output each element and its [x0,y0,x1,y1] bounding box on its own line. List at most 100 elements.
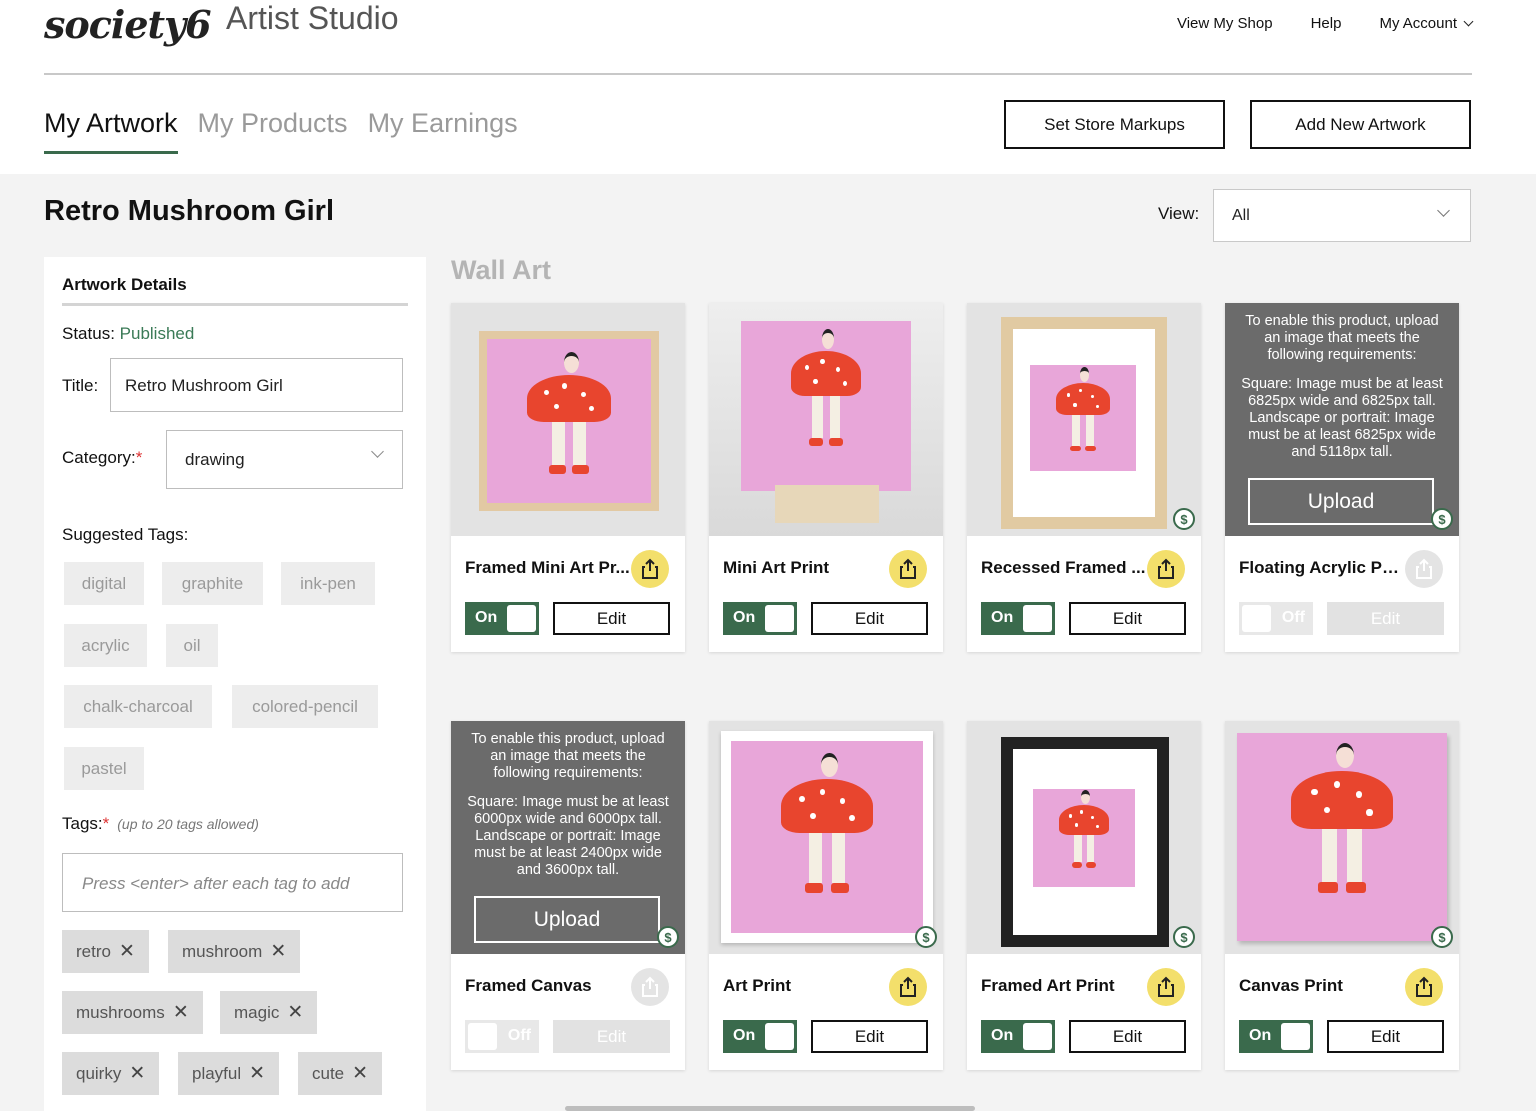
horizontal-scrollbar[interactable] [565,1106,975,1111]
status-label: Status: [62,324,115,343]
product-card: Mini Art Print On Edit [709,303,943,652]
product-image: To enable this product, upload an image … [1225,303,1459,536]
edit-button[interactable]: Edit [553,602,670,635]
product-toggle[interactable]: On [981,602,1055,635]
tag-chip-label: magic [234,1002,280,1022]
tag-chip: quirky ✕ [62,1052,160,1095]
artwork-details-heading: Artwork Details [62,275,408,306]
close-icon[interactable]: ✕ [129,1062,145,1085]
product-toggle[interactable]: Off [465,1020,539,1053]
toggle-label: On [991,1027,1014,1044]
upload-button[interactable]: Upload [1248,478,1434,525]
tab-my-artwork[interactable]: My Artwork [44,108,178,154]
view-filter-label: View: [1158,204,1200,223]
toggle-knob [765,605,794,632]
edit-button[interactable]: Edit [1327,602,1444,635]
product-image: $ [967,303,1201,536]
requirements-intro: To enable this product, upload an image … [471,731,665,781]
product-name: Canvas Print [1239,976,1343,995]
product-name: Floating Acrylic Pri... [1239,558,1405,577]
tag-chip-label: quirky [76,1063,122,1083]
view-my-shop-link[interactable]: View My Shop [1177,15,1273,32]
tag-chip: mushroom ✕ [168,930,301,973]
upload-button[interactable]: Upload [474,896,660,943]
product-card: To enable this product, upload an image … [451,721,685,1070]
title-input[interactable]: Retro Mushroom Girl [110,358,403,412]
product-toggle[interactable]: On [1239,1020,1313,1053]
tab-my-earnings[interactable]: My Earnings [368,108,518,154]
toggle-knob [507,605,536,632]
toggle-knob [1023,1023,1052,1050]
edit-button[interactable]: Edit [811,602,928,635]
close-icon[interactable]: ✕ [270,940,286,963]
dollar-badge-icon: $ [657,926,679,948]
product-name: Mini Art Print [723,558,830,577]
tag-chip-label: mushrooms [76,1002,165,1022]
close-icon[interactable]: ✕ [287,1001,303,1024]
product-image: To enable this product, upload an image … [451,721,685,954]
share-upload-icon[interactable] [1405,550,1443,588]
category-select[interactable]: drawing [166,430,403,489]
tags-label-text: Tags: [62,814,103,833]
product-toggle[interactable]: On [981,1020,1055,1053]
product-toggle[interactable]: On [723,602,797,635]
close-icon[interactable]: ✕ [352,1062,368,1085]
edit-button[interactable]: Edit [1069,1020,1186,1053]
close-icon[interactable]: ✕ [119,940,135,963]
suggested-tag[interactable]: graphite [162,562,263,605]
share-upload-icon[interactable] [889,968,927,1006]
suggested-tag[interactable]: colored-pencil [232,685,378,728]
my-account-menu[interactable]: My Account [1379,15,1474,32]
society6-logo[interactable]: society6 [44,2,212,47]
product-toggle[interactable]: On [723,1020,797,1053]
requirements-overlay: To enable this product, upload an image … [1225,303,1459,536]
product-toggle[interactable]: Off [1239,602,1313,635]
chevron-down-icon [1437,204,1450,217]
requirements-detail: Square: Image must be at least 6825px wi… [1241,376,1443,460]
add-new-artwork-button[interactable]: Add New Artwork [1250,100,1471,149]
share-upload-icon[interactable] [889,550,927,588]
product-card: $ Canvas Print On Edit [1225,721,1459,1070]
share-upload-icon[interactable] [1147,550,1185,588]
suggested-tag[interactable]: oil [166,624,218,667]
toggle-knob [1281,1023,1310,1050]
toggle-label: On [1249,1027,1272,1044]
edit-button[interactable]: Edit [1069,602,1186,635]
tag-chip: cute ✕ [298,1052,383,1095]
tab-my-products[interactable]: My Products [198,108,348,154]
suggested-tag[interactable]: chalk-charcoal [64,685,212,728]
share-upload-icon[interactable] [1147,968,1185,1006]
tags-hint: (up to 20 tags allowed) [117,816,259,832]
share-upload-icon[interactable] [1405,968,1443,1006]
close-icon[interactable]: ✕ [173,1001,189,1024]
product-name: Recessed Framed ... [981,558,1146,577]
chevron-down-icon [1463,16,1474,27]
view-filter-select[interactable]: All [1213,189,1471,242]
main-tabs: My Artwork My Products My Earnings [44,108,518,154]
product-toggle[interactable]: On [465,602,539,635]
product-image [709,303,943,536]
set-store-markups-button[interactable]: Set Store Markups [1004,100,1225,149]
artwork-details-panel: Artwork Details Status: Published Title:… [44,257,426,1111]
category-label-text: Category: [62,448,136,467]
suggested-tag[interactable]: digital [64,562,144,605]
tag-chip-label: cute [312,1063,345,1083]
tag-chip-label: retro [76,941,111,961]
product-image: $ [709,721,943,954]
dollar-badge-icon: $ [1173,926,1195,948]
edit-button[interactable]: Edit [553,1020,670,1053]
edit-button[interactable]: Edit [1327,1020,1444,1053]
close-icon[interactable]: ✕ [249,1062,265,1085]
suggested-tag[interactable]: acrylic [64,624,147,667]
mushroom-girl-figure [781,752,873,899]
help-link[interactable]: Help [1311,15,1342,32]
tags-input[interactable]: Press <enter> after each tag to add [62,853,403,912]
toggle-knob [765,1023,794,1050]
chevron-down-icon [371,445,384,458]
share-upload-icon[interactable] [631,968,669,1006]
edit-button[interactable]: Edit [811,1020,928,1053]
suggested-tag[interactable]: ink-pen [281,562,375,605]
suggested-tag[interactable]: pastel [64,747,144,790]
view-filter-value: All [1232,207,1250,224]
share-upload-icon[interactable] [631,550,669,588]
